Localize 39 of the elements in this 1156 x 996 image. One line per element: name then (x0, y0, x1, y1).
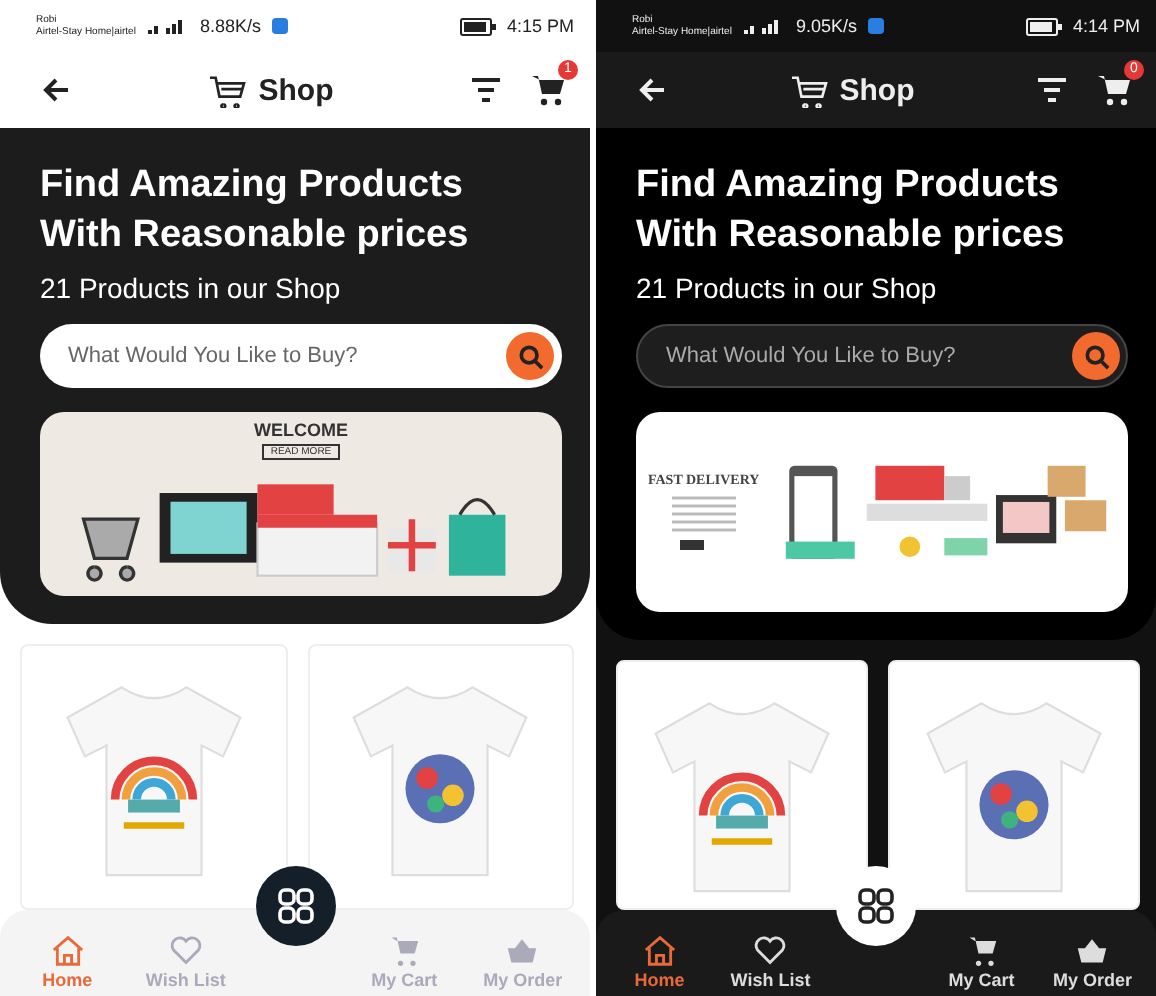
product-card[interactable] (307, 644, 574, 910)
nav-tab[interactable]: Home (604, 934, 715, 990)
filter-button[interactable] (1032, 72, 1072, 108)
banner-title: WELCOME (254, 420, 348, 440)
headline: Find Amazing Products (40, 162, 465, 210)
cart-icon (789, 73, 828, 107)
clock-time: 4:14 PM (1072, 16, 1140, 36)
filter-button[interactable] (466, 72, 506, 108)
battery-icon (460, 17, 497, 35)
app-notification-icon (270, 16, 291, 36)
app-notification-icon (866, 16, 887, 36)
network-speed: 8.88K/s (199, 16, 261, 36)
network-speed: 9.05K/s (795, 16, 857, 36)
screen-title: Shop (839, 73, 915, 107)
grid-icon (856, 886, 896, 926)
headline: With Reasonable prices (40, 212, 471, 260)
product-count-text: 21 Products in our Shop (636, 272, 939, 304)
product-card[interactable] (888, 660, 1140, 910)
heart-icon (167, 934, 204, 966)
basket-icon (1074, 934, 1111, 966)
headline: Find Amazing Products (636, 162, 1061, 210)
product-count-text: 21 Products in our Shop (40, 272, 343, 304)
clock-time: 4:15 PM (506, 16, 574, 36)
nav-tab[interactable]: My Order (1037, 934, 1148, 990)
search-field[interactable]: What Would You Like to Buy? (40, 324, 562, 388)
nav-tab[interactable]: My Cart (926, 934, 1037, 990)
home-icon (641, 934, 678, 966)
nav-tab[interactable]: Home (8, 934, 127, 990)
basket-icon (504, 934, 541, 966)
cart-icon (208, 73, 247, 107)
grid-icon (275, 886, 315, 926)
battery-icon (1026, 17, 1063, 35)
screen-title: Shop (258, 73, 334, 107)
headline: With Reasonable prices (636, 212, 1067, 260)
heart-icon (752, 934, 789, 966)
nav-tab[interactable]: Wish List (715, 934, 826, 990)
product-card[interactable] (20, 644, 287, 910)
search-field[interactable]: What Would You Like to Buy? (636, 324, 1128, 388)
home-icon (49, 934, 86, 966)
